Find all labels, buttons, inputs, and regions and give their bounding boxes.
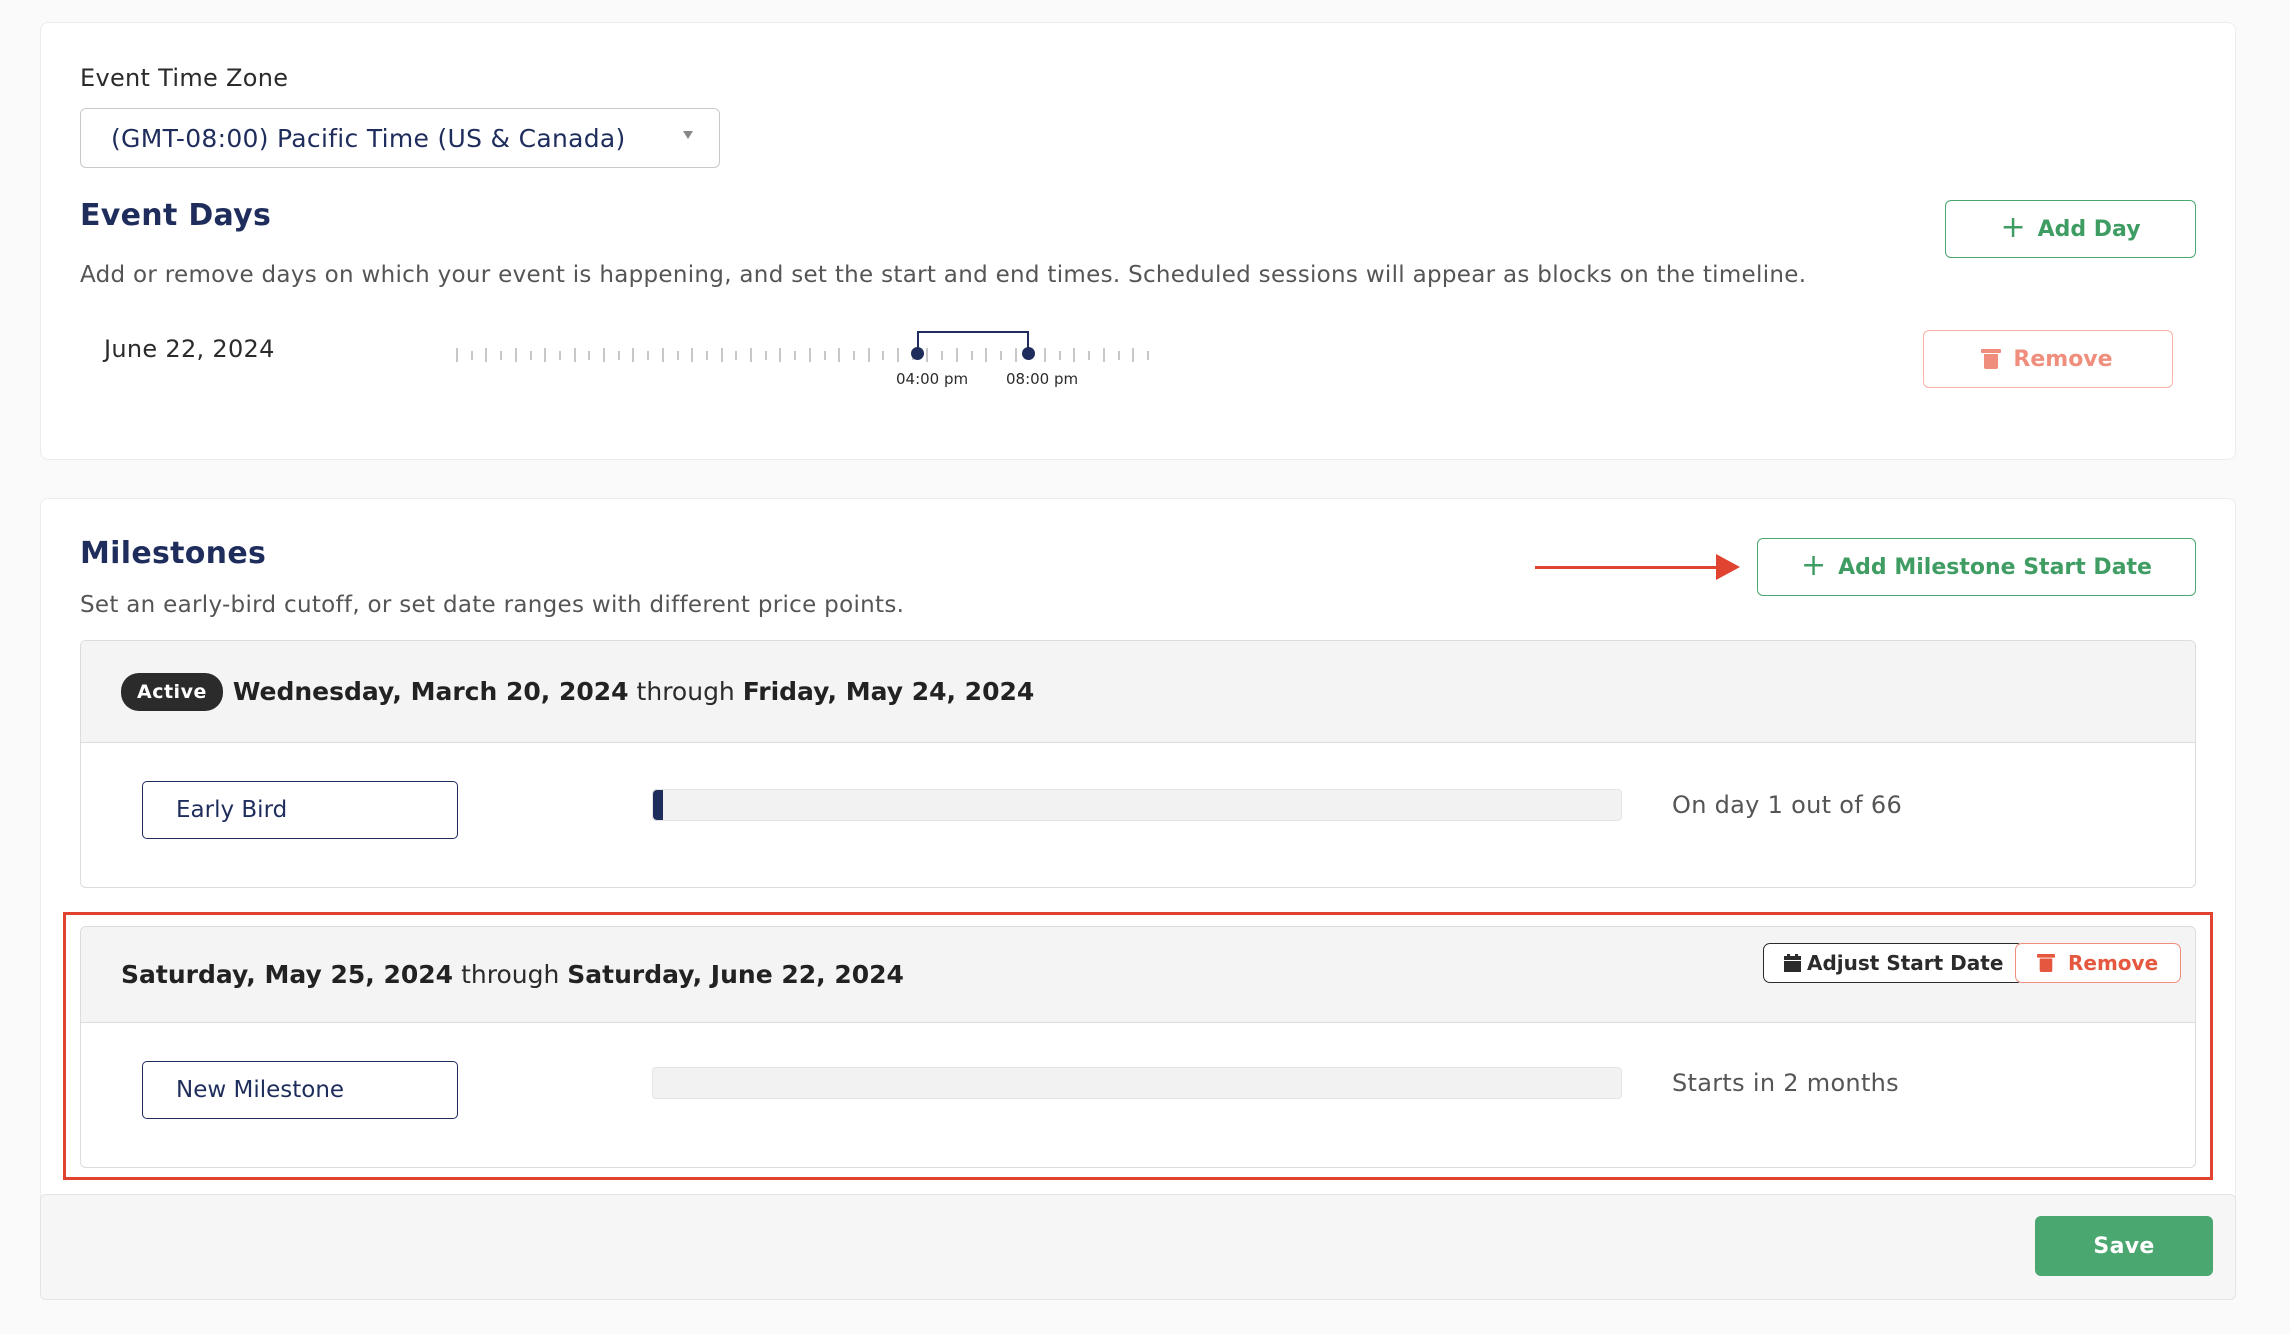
remove-day-label: Remove xyxy=(2013,346,2113,372)
annotation-arrow-line xyxy=(1535,566,1735,569)
timeline-tick xyxy=(691,348,694,362)
add-day-button[interactable]: + Add Day xyxy=(1945,200,2196,258)
timeline-tick xyxy=(705,351,708,360)
milestone-card-early-bird: Active Wednesday, March 20, 2024 through… xyxy=(80,640,2196,888)
milestone-header: Active Wednesday, March 20, 2024 through… xyxy=(81,641,2195,743)
timeline-tick xyxy=(632,348,635,362)
timeline-tick xyxy=(867,348,870,362)
timeline-tick xyxy=(661,348,664,362)
remove-day-button[interactable]: Remove xyxy=(1923,330,2173,388)
day-timeline[interactable]: 04:00 pm 08:00 pm xyxy=(456,328,1156,398)
timeline-tick xyxy=(1146,351,1149,360)
timezone-select[interactable]: (GMT-08:00) Pacific Time (US & Canada) xyxy=(80,108,720,168)
timeline-tick xyxy=(529,351,532,360)
save-button[interactable]: Save xyxy=(2035,1216,2213,1276)
timeline-tick xyxy=(882,351,885,360)
end-time-handle[interactable] xyxy=(1022,347,1035,360)
trash-icon xyxy=(1981,349,2002,369)
timeline-tick xyxy=(1132,348,1135,362)
event-days-description: Add or remove days on which your event i… xyxy=(80,262,1807,288)
time-range-bracket xyxy=(917,331,1029,355)
milestone-progress-bar xyxy=(652,789,1622,821)
timeline-tick xyxy=(838,348,841,362)
timeline-tick xyxy=(750,348,752,362)
milestone-body: Early Bird On day 1 out of 66 xyxy=(81,743,2195,883)
timeline-tick xyxy=(485,348,488,362)
timeline-tick xyxy=(735,351,738,360)
milestone-name-field[interactable]: Early Bird xyxy=(142,781,458,839)
timeline-tick xyxy=(720,348,723,362)
timeline-tick xyxy=(470,351,473,360)
add-day-label: Add Day xyxy=(2037,216,2141,242)
timeline-tick xyxy=(647,351,650,360)
milestone-start-date: Wednesday, March 20, 2024 xyxy=(232,677,629,706)
milestone-name: Early Bird xyxy=(176,797,288,823)
active-badge: Active xyxy=(121,672,223,711)
through-text: through xyxy=(636,677,735,706)
timeline-tick xyxy=(1117,351,1120,360)
timeline-tick xyxy=(1088,351,1091,360)
timeline-tick xyxy=(573,348,576,362)
plus-icon: + xyxy=(1801,547,1827,583)
timeline-tick xyxy=(514,348,517,362)
timeline-tick xyxy=(823,351,826,360)
footer-bar xyxy=(40,1194,2236,1300)
timeline-tick xyxy=(897,348,899,362)
event-day-date: June 22, 2024 xyxy=(104,335,275,363)
timeline-tick xyxy=(794,351,797,360)
milestones-title: Milestones xyxy=(80,536,267,571)
milestone-end-date: Friday, May 24, 2024 xyxy=(742,677,1035,706)
timeline-tick xyxy=(1044,348,1046,362)
timeline-tick xyxy=(1102,348,1105,362)
timeline-tick xyxy=(852,351,855,360)
add-milestone-button[interactable]: + Add Milestone Start Date xyxy=(1757,538,2196,596)
start-time-handle[interactable] xyxy=(911,347,924,360)
save-label: Save xyxy=(2093,1233,2155,1259)
annotation-highlight-frame xyxy=(63,912,2213,1180)
timeline-tick xyxy=(588,351,591,360)
timeline-tick xyxy=(500,351,503,360)
milestone-status: On day 1 out of 66 xyxy=(1672,791,1903,819)
start-time-label: 04:00 pm xyxy=(896,370,969,388)
milestones-description: Set an early-bird cutoff, or set date ra… xyxy=(80,592,905,618)
arrow-right-icon xyxy=(1716,554,1740,580)
timeline-tick xyxy=(617,351,620,360)
plus-icon: + xyxy=(2000,209,2026,245)
caret-down-icon xyxy=(683,131,693,139)
timeline-tick xyxy=(603,348,605,362)
add-milestone-label: Add Milestone Start Date xyxy=(1838,554,2152,580)
timeline-tick xyxy=(808,348,811,362)
timeline-tick xyxy=(1058,351,1061,360)
timeline-tick xyxy=(558,351,561,360)
timezone-value: (GMT-08:00) Pacific Time (US & Canada) xyxy=(111,123,626,153)
timeline-tick xyxy=(1073,348,1076,362)
timeline-tick xyxy=(779,348,782,362)
milestone-progress-fill xyxy=(653,790,663,820)
timeline-tick xyxy=(544,348,547,362)
timeline-tick xyxy=(676,351,679,360)
timeline-tick xyxy=(764,351,767,360)
timeline-tick xyxy=(456,348,458,362)
timezone-label: Event Time Zone xyxy=(80,64,289,92)
end-time-label: 08:00 pm xyxy=(1006,370,1079,388)
event-days-title: Event Days xyxy=(80,198,272,233)
